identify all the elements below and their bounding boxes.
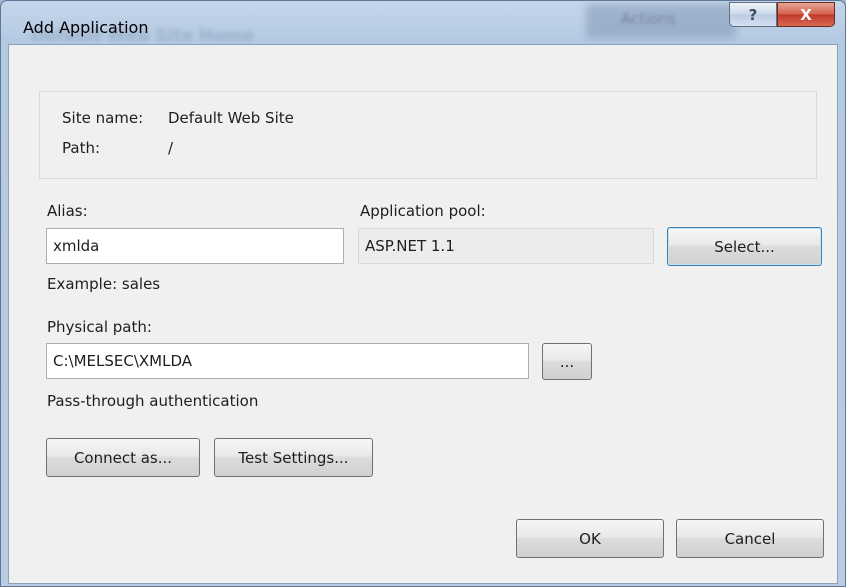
alias-input[interactable] (46, 228, 344, 264)
app-pool-value: ASP.NET 1.1 (365, 237, 455, 255)
physical-path-label: Physical path: (47, 318, 152, 336)
pass-through-auth-label: Pass-through authentication (47, 392, 259, 410)
ellipsis-icon: ... (559, 352, 575, 371)
connect-as-label: Connect as... (73, 448, 173, 467)
close-icon: X (800, 5, 812, 24)
physical-path-input[interactable] (46, 343, 529, 379)
path-value: / (168, 139, 174, 157)
test-settings-button[interactable]: Test Settings... (214, 438, 373, 477)
select-button-label: Select... (714, 237, 775, 256)
select-app-pool-button[interactable]: Select... (667, 227, 822, 266)
help-button[interactable]: ? (729, 2, 777, 27)
dialog-title: Add Application (23, 18, 149, 37)
alias-example: Example: sales (47, 275, 161, 293)
help-icon: ? (748, 5, 758, 24)
browse-button[interactable]: ... (542, 343, 592, 380)
app-pool-label: Application pool: (360, 202, 486, 220)
test-settings-label: Test Settings... (238, 448, 349, 467)
site-name-value: Default Web Site (168, 109, 294, 127)
site-name-label: Site name: (62, 109, 144, 127)
ok-label: OK (579, 529, 601, 548)
ok-button[interactable]: OK (516, 519, 664, 558)
dialog-body: Site name: Default Web Site Path: / Alia… (8, 44, 838, 584)
title-bar[interactable]: Default Web Site Home Actions Add Applic… (1, 1, 846, 45)
cancel-label: Cancel (724, 529, 776, 548)
cancel-button[interactable]: Cancel (676, 519, 824, 558)
path-label: Path: (62, 139, 101, 157)
site-info-box: Site name: Default Web Site Path: / (39, 91, 817, 179)
close-button[interactable]: X (777, 2, 835, 27)
app-pool-field: ASP.NET 1.1 (358, 228, 654, 264)
alias-label: Alias: (47, 202, 88, 220)
connect-as-button[interactable]: Connect as... (46, 438, 200, 477)
background-actions-label: Actions (621, 10, 676, 28)
